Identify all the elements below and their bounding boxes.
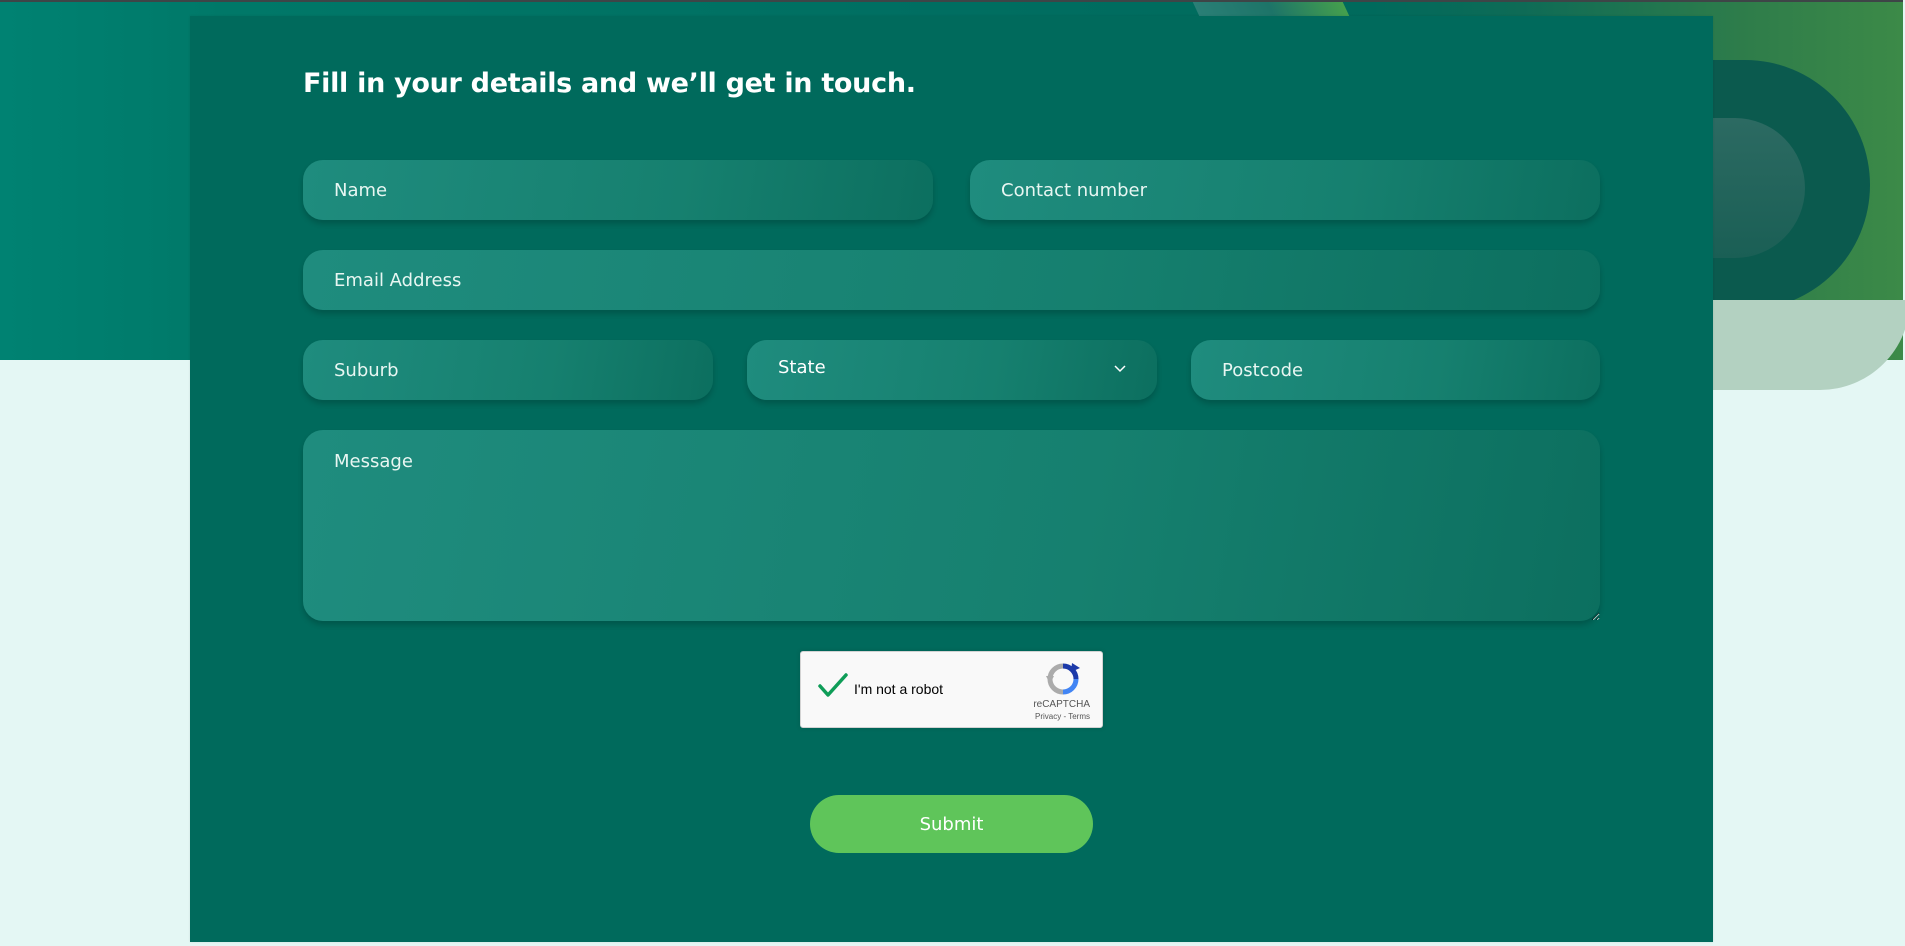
captcha-brand: reCAPTCHA xyxy=(1033,699,1090,710)
submit-button[interactable]: Submit xyxy=(810,795,1093,853)
contact-form-card: Fill in your details and we’ll get in to… xyxy=(190,16,1713,942)
chevron-down-icon xyxy=(1114,365,1126,373)
check-icon[interactable] xyxy=(817,672,849,700)
captcha-label: I'm not a robot xyxy=(854,681,944,697)
recaptcha-widget: I'm not a robot reCAPTCHA Privacy - Term… xyxy=(800,651,1103,728)
captcha-links[interactable]: Privacy - Terms xyxy=(1035,712,1090,721)
postcode-field[interactable] xyxy=(1191,340,1600,400)
message-field[interactable] xyxy=(303,430,1600,621)
email-field[interactable] xyxy=(303,250,1600,310)
form-title: Fill in your details and we’ll get in to… xyxy=(303,68,916,99)
contact-number-field[interactable] xyxy=(970,160,1600,220)
state-select-label: State xyxy=(778,357,826,378)
state-select[interactable]: State xyxy=(747,340,1157,400)
name-field[interactable] xyxy=(303,160,933,220)
suburb-field[interactable] xyxy=(303,340,713,400)
recaptcha-icon xyxy=(1046,663,1080,695)
